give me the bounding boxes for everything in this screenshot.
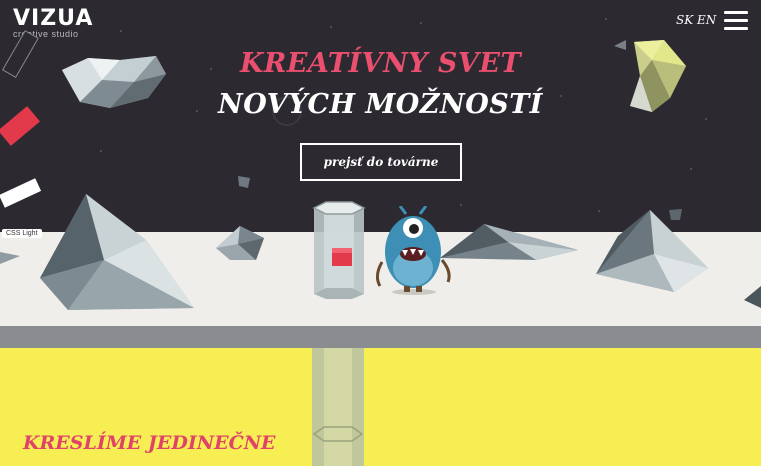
glass-pillar-highlight	[324, 348, 352, 466]
hero-title-line2: NOVÝCH MOŽNOSTÍ	[218, 89, 543, 120]
blue-monster	[375, 206, 451, 295]
rock-big-right	[596, 210, 708, 292]
hero-title-line1: KREATÍVNY SVET	[239, 48, 522, 79]
brand-name: VIZUA	[13, 6, 94, 31]
ground-ledge	[0, 326, 761, 348]
hamburger-icon[interactable]	[724, 11, 748, 31]
award-badge-css-light[interactable]: CSS Light	[2, 229, 42, 238]
language-sk[interactable]: SK	[676, 13, 693, 27]
award-css-light-label: CSS Light	[6, 230, 38, 237]
language-en[interactable]: EN	[697, 13, 716, 27]
rock-edge-left	[0, 252, 20, 264]
rock-flat-right	[440, 224, 578, 260]
small-rock-sky	[238, 176, 250, 188]
pillar-ring	[312, 426, 364, 442]
section-title: KRESLÍME JEDINEČNE	[23, 432, 276, 454]
rock-small-center	[216, 226, 264, 260]
enter-factory-button[interactable]: prejsť do továrne	[300, 143, 462, 181]
glass-container	[312, 201, 366, 299]
rock-big-left	[40, 194, 194, 310]
rock-edge-right	[744, 286, 761, 308]
